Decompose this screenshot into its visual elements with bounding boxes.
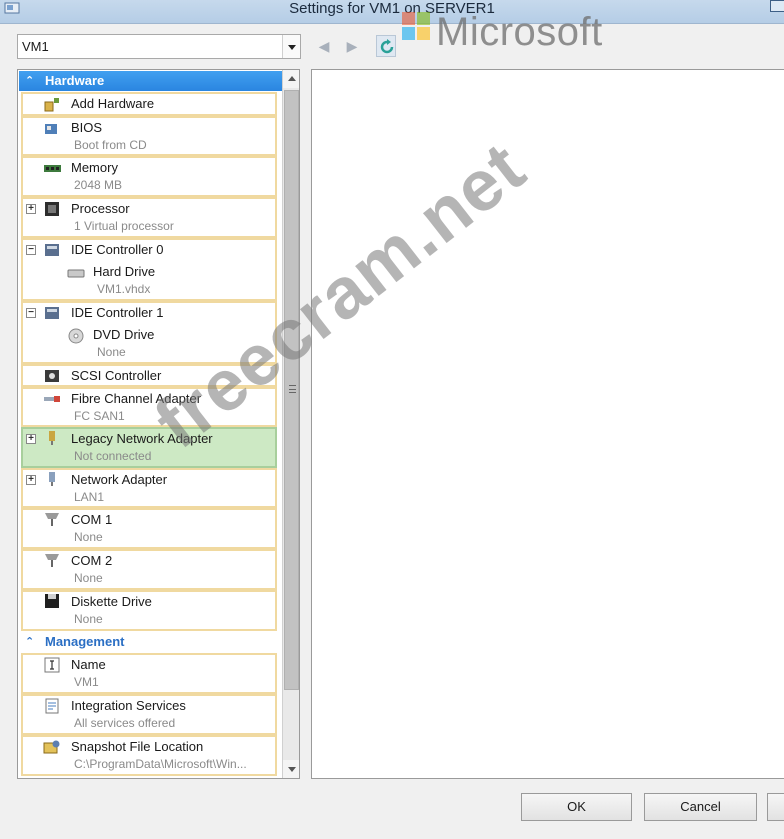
scroll-down-icon[interactable] <box>283 760 299 778</box>
item-sublabel: 2048 MB <box>74 178 123 192</box>
settings-detail-panel <box>311 69 784 779</box>
scsi-controller-icon <box>45 370 59 382</box>
tree-item-memory[interactable]: Memory 2048 MB <box>21 156 277 197</box>
memory-icon <box>44 165 61 172</box>
diskette-icon <box>45 594 59 608</box>
item-sublabel: Not connected <box>74 449 152 463</box>
item-label: IDE Controller 1 <box>71 305 164 320</box>
item-label: Diskette Drive <box>71 594 152 609</box>
item-label: SCSI Controller <box>71 368 162 383</box>
tree-item-add-hardware[interactable]: Add Hardware <box>21 92 277 116</box>
window-title: Settings for VM1 on SERVER1 <box>289 0 495 17</box>
item-label: Snapshot File Location <box>71 739 204 754</box>
item-sublabel: None <box>74 612 103 626</box>
microsoft-wordmark: Microsoft <box>436 10 603 54</box>
snapshot-icon <box>43 740 60 754</box>
tree-item-diskette-drive[interactable]: Diskette Drive None <box>21 590 277 631</box>
cancel-button[interactable]: Cancel <box>644 793 757 821</box>
collapse-icon[interactable]: − <box>26 308 36 318</box>
refresh-button[interactable] <box>376 35 396 57</box>
name-icon <box>44 657 60 673</box>
tree-item-legacy-network-adapter[interactable]: + Legacy Network Adapter Not connected <box>21 427 277 468</box>
refresh-icon <box>380 39 394 54</box>
item-label: Network Adapter <box>71 472 168 487</box>
vm-selector-value: VM1 <box>22 39 49 54</box>
item-sublabel: FC SAN1 <box>74 409 125 423</box>
tree-item-integration-services[interactable]: Integration Services All services offere… <box>21 694 277 735</box>
item-sublabel: C:\ProgramData\Microsoft\Win... <box>74 757 247 771</box>
item-sublabel: VM1 <box>74 675 99 689</box>
network-adapter-icon <box>49 431 55 445</box>
chevron-down-icon[interactable] <box>282 35 300 58</box>
scrollbar-thumb[interactable] <box>284 90 299 690</box>
item-label: Memory <box>71 160 118 175</box>
tree-item-bios[interactable]: BIOS Boot from CD <box>21 116 277 156</box>
dvd-drive-icon <box>68 328 84 344</box>
tree-item-ide-controller-0[interactable]: − IDE Controller 0 Hard Drive VM1.vhdx <box>21 238 277 301</box>
section-header-label: Hardware <box>45 73 105 88</box>
section-header-label: Management <box>45 634 125 649</box>
item-sublabel: 1 Virtual processor <box>74 219 174 233</box>
section-header-hardware[interactable]: ⌃ Hardware <box>19 71 282 91</box>
tree-item-com-1[interactable]: COM 1 None <box>21 508 277 549</box>
collapse-chevron-icon[interactable]: ⌃ <box>25 632 34 652</box>
add-hardware-icon <box>44 98 59 112</box>
child-sublabel: None <box>97 345 126 359</box>
item-sublabel: LAN1 <box>74 490 105 504</box>
item-label: Add Hardware <box>71 96 155 111</box>
child-sublabel: VM1.vhdx <box>97 282 151 296</box>
item-label: COM 1 <box>71 512 113 527</box>
network-adapter-icon <box>49 472 55 486</box>
expand-icon[interactable]: + <box>26 475 36 485</box>
fibre-channel-icon <box>44 396 60 402</box>
scroll-up-icon[interactable] <box>283 70 299 88</box>
collapse-icon[interactable]: − <box>26 245 36 255</box>
ok-button[interactable]: OK <box>521 793 632 821</box>
title-bar: Settings for VM1 on SERVER1 <box>0 0 784 24</box>
maximize-icon[interactable] <box>770 0 784 12</box>
child-label: DVD Drive <box>93 327 155 342</box>
microsoft-logo-icon <box>402 12 430 40</box>
item-label: Name <box>71 657 106 672</box>
expand-icon[interactable]: + <box>26 434 36 444</box>
item-label: IDE Controller 0 <box>71 242 164 257</box>
tree-item-snapshot-file-location[interactable]: Snapshot File Location C:\ProgramData\Mi… <box>21 735 277 776</box>
forward-arrow-icon[interactable]: ▶ <box>346 38 358 54</box>
apply-button[interactable] <box>767 793 784 821</box>
com-port-icon <box>45 513 59 526</box>
ide-controller-icon <box>45 244 59 256</box>
expand-icon[interactable]: + <box>26 204 36 214</box>
tree-item-name[interactable]: Name VM1 <box>21 653 277 694</box>
item-sublabel: None <box>74 530 103 544</box>
collapse-chevron-icon[interactable]: ⌃ <box>25 71 34 91</box>
item-sublabel: All services offered <box>74 716 176 730</box>
item-sublabel: Boot from CD <box>74 138 147 152</box>
item-label: Processor <box>71 201 130 216</box>
ide-controller-icon <box>45 307 59 319</box>
child-label: Hard Drive <box>93 264 156 279</box>
item-sublabel: None <box>74 571 103 585</box>
tree-item-com-2[interactable]: COM 2 None <box>21 549 277 590</box>
integration-services-icon <box>45 698 59 714</box>
processor-icon <box>45 202 59 216</box>
item-label: BIOS <box>71 120 103 135</box>
hard-drive-icon <box>67 269 85 278</box>
com-port-icon <box>45 554 59 567</box>
vm-selector[interactable]: VM1 <box>17 34 301 59</box>
bios-icon <box>45 124 57 134</box>
section-header-management[interactable]: ⌃ Management <box>19 632 282 652</box>
item-label: COM 2 <box>71 553 113 568</box>
back-arrow-icon[interactable]: ◀ <box>318 38 330 54</box>
tree-item-network-adapter[interactable]: + Network Adapter LAN1 <box>21 468 277 508</box>
item-label: Integration Services <box>71 698 186 713</box>
tree-item-processor[interactable]: + Processor 1 Virtual processor <box>21 197 277 238</box>
tree-scrollbar[interactable] <box>282 70 299 778</box>
